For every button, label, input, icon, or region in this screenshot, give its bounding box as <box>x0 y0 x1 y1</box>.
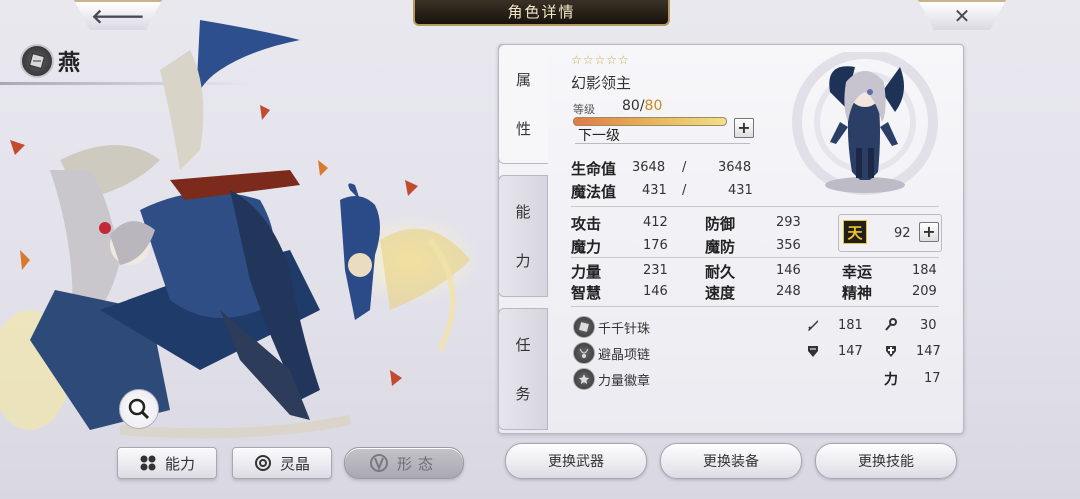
form-crest-icon <box>369 454 388 472</box>
mp-separator: / <box>682 183 687 198</box>
equip-item-3-stat-label: 力 <box>884 372 898 388</box>
change-skill-button[interactable]: 更换技能 <box>815 443 957 479</box>
spd-label: 速度 <box>705 284 736 302</box>
atk-label: 攻击 <box>571 215 602 233</box>
str-value: 231 <box>643 263 668 278</box>
change-weapon-button[interactable]: 更换武器 <box>505 443 647 479</box>
mp-max: 431 <box>728 183 753 198</box>
form-button-label: 形态 <box>396 454 439 473</box>
divider <box>571 257 939 258</box>
luck-label: 幸运 <box>842 263 873 281</box>
atk-value: 412 <box>643 215 668 230</box>
end-label: 耐久 <box>705 263 736 281</box>
staff-icon <box>885 318 897 331</box>
equip-item-2-stat-2: 147 <box>916 344 941 359</box>
close-icon: ✕ <box>953 4 971 28</box>
zoom-button[interactable] <box>119 389 159 429</box>
gear-icon <box>254 455 271 471</box>
plus-icon: + <box>922 222 936 241</box>
mdef-label: 魔防 <box>705 238 736 256</box>
chibi-portrait <box>792 52 938 195</box>
hp-max: 3648 <box>718 160 752 175</box>
mag-value: 176 <box>643 238 668 253</box>
tab-abilities-char-2: 力 <box>515 252 531 270</box>
equip-item-1-name[interactable]: 千千针珠 <box>598 318 650 337</box>
level-max: 80 <box>644 98 663 114</box>
hp-value: 3648 <box>632 160 666 175</box>
spirit-crystal-button-label: 灵晶 <box>279 454 310 473</box>
def-label: 防御 <box>705 215 736 233</box>
mp-value: 431 <box>642 183 667 198</box>
close-button[interactable]: ✕ <box>918 0 1006 30</box>
character-name-block: 燕 <box>20 44 80 78</box>
divider <box>571 206 939 207</box>
heaven-glyph: 天 <box>843 220 867 244</box>
equip-item-3-stat-2: 17 <box>924 371 941 386</box>
end-value: 146 <box>776 263 801 278</box>
weapon-slot-icon <box>573 316 595 338</box>
wis-label: 智慧 <box>571 284 602 302</box>
class-name: 幻影领主 <box>571 74 632 92</box>
heaven-plus-button[interactable]: + <box>919 222 939 242</box>
mdef-value: 356 <box>776 238 801 253</box>
plus-icon: + <box>737 118 751 137</box>
character-name: 燕 <box>58 51 81 76</box>
level-value: 80/80 <box>622 98 662 114</box>
divider <box>571 306 939 307</box>
def-value: 293 <box>776 215 801 230</box>
level-up-plus-button[interactable]: + <box>734 118 754 138</box>
mag-label: 魔力 <box>571 238 602 256</box>
hp-label: 生命值 <box>571 160 617 178</box>
tab-missions-char-1: 任 <box>515 336 531 354</box>
grid-icon <box>140 455 156 471</box>
ability-button-label: 能力 <box>164 454 195 473</box>
form-button[interactable]: 形态 <box>344 447 464 479</box>
tab-abilities[interactable]: 能 力 <box>498 175 548 297</box>
necklace-slot-icon <box>573 342 595 364</box>
equip-item-2-name[interactable]: 避晶项链 <box>598 344 650 363</box>
str-label: 力量 <box>571 263 602 281</box>
luck-value: 184 <box>912 263 937 278</box>
shield-cross-icon <box>886 346 896 357</box>
tab-missions[interactable]: 任 务 <box>498 308 548 430</box>
change-gear-button[interactable]: 更换装备 <box>660 443 802 479</box>
shield-icon <box>808 346 818 357</box>
equip-item-1-stat-2: 30 <box>920 318 937 333</box>
class-badge-icon <box>20 44 54 78</box>
hp-separator: / <box>682 160 687 175</box>
spi-label: 精神 <box>842 284 873 302</box>
tab-attributes[interactable]: 属 性 <box>498 44 548 164</box>
equip-item-1-stat-1: 181 <box>838 318 863 333</box>
mp-label: 魔法值 <box>571 183 617 201</box>
tab-abilities-char-1: 能 <box>515 203 531 221</box>
equip-item-3-name[interactable]: 力量徽章 <box>598 370 650 389</box>
spd-value: 248 <box>776 284 801 299</box>
rarity-stars: ☆☆☆☆☆ <box>571 53 630 67</box>
ability-button[interactable]: 能力 <box>117 447 217 479</box>
heaven-value: 92 <box>894 226 911 241</box>
equip-item-2-stat-1: 147 <box>838 344 863 359</box>
wis-value: 146 <box>643 284 668 299</box>
level-label: 等级 <box>573 103 595 116</box>
badge-slot-icon <box>573 368 595 390</box>
spi-value: 209 <box>912 284 937 299</box>
tab-attributes-char-1: 属 <box>515 71 531 89</box>
level-current: 80 <box>622 98 640 114</box>
next-level-label: 下一级 <box>578 128 620 144</box>
sword-icon <box>808 320 818 331</box>
magnifier-icon <box>128 398 150 420</box>
tab-missions-char-2: 务 <box>515 385 531 403</box>
divider <box>575 143 750 144</box>
spirit-crystal-button[interactable]: 灵晶 <box>232 447 332 479</box>
tab-attributes-char-2: 性 <box>515 120 531 138</box>
